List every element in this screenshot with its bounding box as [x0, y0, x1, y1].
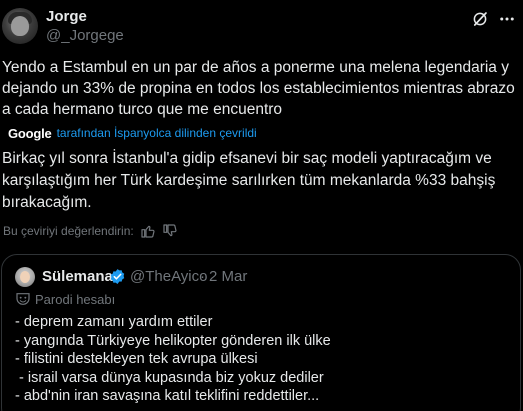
quote-line: - filistini destekleyen tek avrupa ülkes… [15, 351, 258, 367]
translation-source-link[interactable]: tarafından İspanyolca dilinden çevrildi [57, 126, 257, 140]
google-logo: Google [8, 125, 52, 141]
thumbs-up-icon[interactable] [140, 223, 156, 239]
translation-attribution: Google tarafından İspanyolca dilinden çe… [8, 125, 257, 141]
quote-text: - deprem zamanı yardım ettiler - yangınd… [15, 313, 510, 406]
parody-mask-icon [16, 293, 30, 305]
quote-avatar[interactable] [15, 267, 35, 287]
quoted-post[interactable]: Sülemana @TheAyico · 2 Mar Parodi hesabı… [1, 254, 521, 411]
quote-line: - abd'nin iran savaşına katıl teklifini … [15, 388, 320, 404]
post-original-text: Yendo a Estambul en un par de años a pon… [2, 59, 515, 118]
author-name[interactable]: Jorge [46, 8, 87, 25]
quote-date[interactable]: 2 Mar [209, 268, 247, 285]
rate-label: Bu çeviriyi değerlendirin: [3, 224, 134, 238]
thumbs-down-icon[interactable] [162, 223, 178, 239]
more-icon[interactable] [497, 10, 517, 28]
quote-author-name[interactable]: Sülemana [42, 268, 113, 285]
post: Jorge @_Jorgege Yendo a Estambul en un p… [0, 0, 523, 411]
author-avatar[interactable] [2, 8, 38, 44]
author-handle[interactable]: @_Jorgege [46, 27, 124, 44]
grok-icon[interactable] [471, 10, 489, 28]
quote-line: - deprem zamanı yardım ettiler [15, 314, 213, 330]
parody-account-label: Parodi hesabı [35, 292, 116, 307]
quote-line: - israil varsa dünya kupasında biz yokuz… [15, 369, 324, 386]
post-translated-text: Birkaç yıl sonra İstanbul'a gidip efsane… [2, 150, 496, 211]
quote-separator: · [200, 268, 205, 285]
verified-badge-icon [110, 269, 125, 284]
quote-line: - yangında Türkiyeye helikopter gönderen… [15, 332, 331, 349]
translation-rating: Bu çeviriyi değerlendirin: [3, 222, 184, 240]
quote-author-handle[interactable]: @TheAyico [130, 268, 207, 285]
